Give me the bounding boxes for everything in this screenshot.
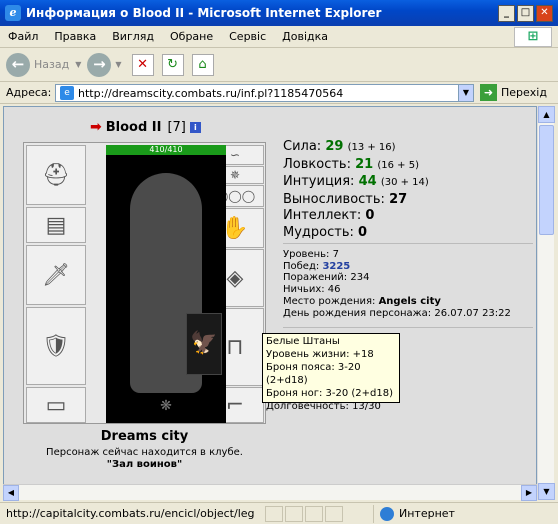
vertical-scrollbar[interactable]: ▲ ▼ — [537, 106, 555, 500]
page-body: ➡ Blood II [7] i ⛑ ▤ 🗡 🛡 ▭ ∽ ✵ ◯◯◯ ✋ ◈ ⊓… — [4, 107, 536, 499]
forward-dropdown-icon[interactable]: ▼ — [115, 60, 121, 69]
refresh-icon[interactable]: ↻ — [161, 53, 184, 76]
scroll-down-icon[interactable]: ▼ — [538, 483, 555, 500]
maximize-button[interactable]: □ — [517, 4, 534, 22]
security-zone: Интернет — [373, 504, 558, 523]
stat-row: Интуиция: 44 (30 + 14) — [283, 174, 429, 189]
fact-wins: Побед: 3225 — [283, 260, 351, 272]
hp-bar: 410/410 — [106, 145, 226, 155]
go-arrow-icon: ➜ — [480, 84, 497, 101]
windows-logo-icon: ⊞ — [514, 27, 552, 47]
city-name: Dreams city — [100, 429, 189, 444]
stat-row: Ловкость: 21 (16 + 5) — [283, 156, 419, 172]
address-bar: Адреса: e http://dreamscity.combats.ru/i… — [0, 82, 558, 104]
info-icon[interactable]: i — [189, 121, 201, 133]
status-cell — [305, 505, 323, 522]
fact-birthday: День рождения персонажа: 26.07.07 23:22 — [283, 307, 511, 319]
toolbar: ← Назад ▼ → ▼ ✕ ↻ ⌂ — [0, 48, 558, 82]
go-label: Перехід — [501, 86, 547, 99]
tooltip-line: Броня пояса: 3-20 (2+d18) — [266, 362, 361, 386]
address-dropdown-icon[interactable]: ▼ — [458, 85, 473, 101]
location-text: Персонаж сейчас находится в клубе. — [46, 447, 243, 458]
character-level: [7] — [167, 119, 186, 135]
club-emblem-icon: ❋ — [160, 398, 172, 414]
status-cell — [285, 505, 303, 522]
menu-bar: Файл Правка Вигляд Обране Сервіс Довідка — [0, 26, 558, 48]
back-icon[interactable]: ← — [6, 52, 30, 77]
address-url[interactable]: http://dreamscity.combats.ru/inf.pl?1185… — [78, 87, 343, 100]
page-viewport: ➡ Blood II [7] i ⛑ ▤ 🗡 🛡 ▭ ∽ ✵ ◯◯◯ ✋ ◈ ⊓… — [3, 106, 537, 500]
minimize-button[interactable]: _ — [498, 4, 515, 22]
stats-list: Сила: 29 (13 + 16) Ловкость: 21 (16 + 5)… — [283, 139, 429, 241]
armor-slot-icon[interactable]: 🛡 — [26, 307, 86, 385]
equipment-panel: ⛑ ▤ 🗡 🛡 ▭ ∽ ✵ ◯◯◯ ✋ ◈ ⊓ ⌐ 410/410 🦅 ❋ — [23, 142, 266, 424]
fact-birthplace: Место рождения: Angels city — [283, 295, 441, 307]
menu-tools[interactable]: Сервіс — [221, 30, 274, 43]
pet-icon[interactable]: 🦅 — [186, 313, 222, 375]
scroll-left-icon[interactable]: ◀ — [3, 485, 19, 501]
window-title: Информация о Blood II - Microsoft Intern… — [26, 6, 382, 20]
item-tooltip: Белые Штаны Уровень жизни: +18 Броня поя… — [262, 333, 400, 412]
wins-link[interactable]: 3225 — [322, 261, 350, 272]
menu-help[interactable]: Довідка — [274, 30, 336, 43]
private-message-icon[interactable]: ➡ — [90, 119, 102, 135]
status-cell — [265, 505, 283, 522]
stat-row: Выносливость: 27 — [283, 191, 408, 207]
helmet-slot-icon[interactable]: ⛑ — [26, 145, 86, 205]
tooltip-line: Броня ног: 3-20 (2+d18) — [266, 388, 394, 399]
fact-losses: Поражений: 234 — [283, 272, 370, 284]
go-button[interactable]: ➜ Перехід — [480, 84, 547, 101]
tooltip-line: Уровень жизни: +18 — [266, 349, 374, 360]
scroll-right-icon[interactable]: ▶ — [521, 485, 537, 501]
address-input[interactable]: e http://dreamscity.combats.ru/inf.pl?11… — [55, 84, 474, 102]
character-avatar: 🦅 — [106, 155, 226, 423]
menu-view[interactable]: Вигляд — [104, 30, 162, 43]
globe-icon — [380, 506, 394, 521]
belt-slot-icon[interactable]: ▭ — [26, 387, 86, 423]
status-bar: http://capitalcity.combats.ru/encicl/obj… — [0, 502, 558, 524]
horizontal-scrollbar[interactable]: ◀ ▶ — [3, 484, 537, 501]
zone-label: Интернет — [399, 507, 455, 520]
stop-icon[interactable]: ✕ — [131, 53, 154, 76]
address-label: Адреса: — [6, 86, 52, 99]
fact-level: Уровень: 7 — [283, 249, 339, 260]
character-name: Blood II — [105, 119, 162, 135]
ie-logo-icon: e — [5, 5, 21, 21]
bracers-slot-icon[interactable]: ▤ — [26, 207, 86, 243]
menu-edit[interactable]: Правка — [46, 30, 104, 43]
status-cell — [325, 505, 343, 522]
scroll-up-icon[interactable]: ▲ — [538, 106, 555, 123]
back-dropdown-icon[interactable]: ▼ — [75, 60, 81, 69]
character-header: ➡ Blood II [7] i — [90, 119, 201, 135]
stat-row: Мудрость: 0 — [283, 224, 368, 240]
club-name: "Зал воинов" — [106, 459, 183, 470]
status-url: http://capitalcity.combats.ru/encicl/obj… — [6, 507, 255, 520]
page-icon: e — [60, 86, 74, 100]
stat-row: Сила: 29 (13 + 16) — [283, 139, 396, 154]
forward-icon[interactable]: → — [87, 52, 112, 77]
scroll-thumb[interactable] — [539, 125, 554, 235]
stat-row: Интеллект: 0 — [283, 208, 375, 223]
menu-file[interactable]: Файл — [0, 30, 46, 43]
divider — [283, 327, 533, 328]
tooltip-item-name: Белые Штаны — [266, 336, 340, 347]
close-button[interactable]: ✕ — [536, 4, 553, 22]
back-label[interactable]: Назад — [34, 58, 69, 71]
sword-slot-icon[interactable]: 🗡 — [26, 245, 86, 305]
divider — [283, 243, 533, 244]
title-bar[interactable]: e Информация о Blood II - Microsoft Inte… — [0, 0, 558, 26]
home-icon[interactable]: ⌂ — [191, 53, 214, 76]
tooltip-line: Долговечность: 13/30 — [266, 401, 381, 412]
character-facts: Уровень: 7 Побед: 3225 Поражений: 234 Ни… — [283, 249, 511, 319]
menu-favorites[interactable]: Обране — [162, 30, 221, 43]
fact-draws: Ничьих: 46 — [283, 284, 341, 296]
